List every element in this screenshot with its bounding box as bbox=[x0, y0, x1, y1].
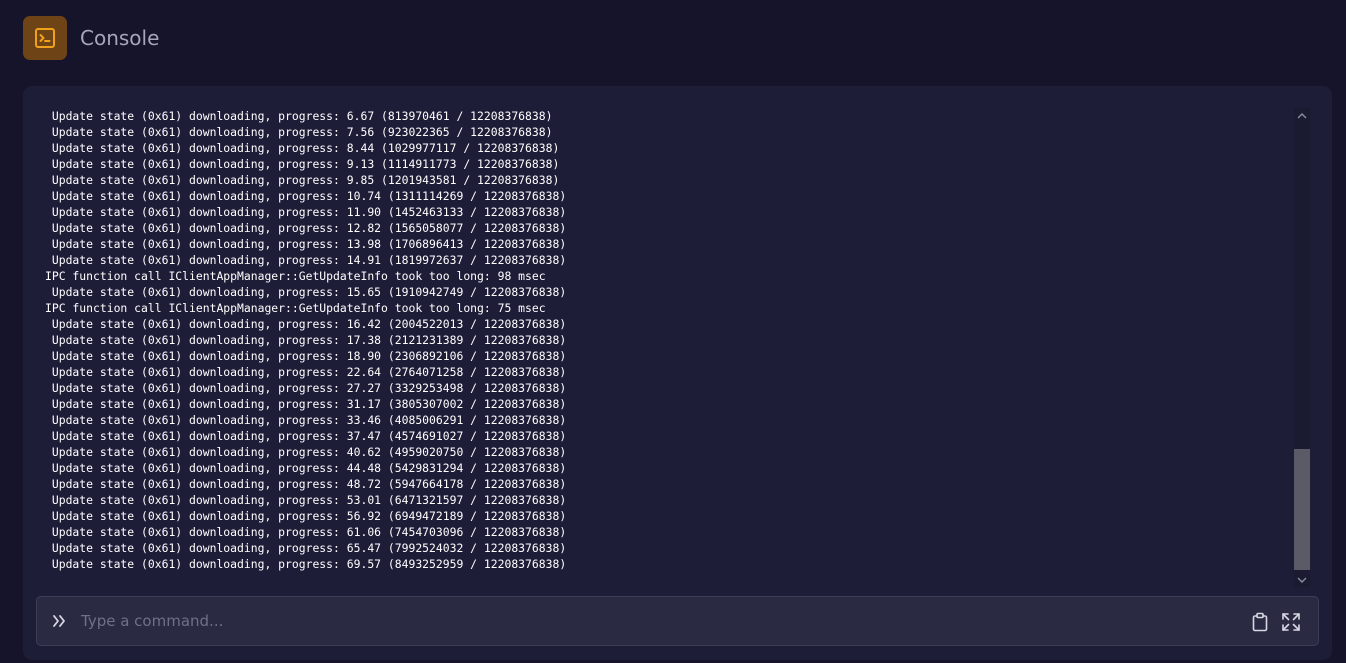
scroll-up-icon[interactable] bbox=[1294, 108, 1310, 122]
log-line: Update state (0x61) downloading, progres… bbox=[45, 317, 567, 331]
command-bar bbox=[36, 596, 1319, 646]
log-line: Update state (0x61) downloading, progres… bbox=[45, 365, 567, 379]
log-line: Update state (0x61) downloading, progres… bbox=[45, 205, 567, 219]
log-line: Update state (0x61) downloading, progres… bbox=[45, 189, 567, 203]
log-line: Update state (0x61) downloading, progres… bbox=[45, 237, 567, 251]
log-line: Update state (0x61) downloading, progres… bbox=[45, 541, 567, 555]
log-line: Update state (0x61) downloading, progres… bbox=[45, 493, 567, 507]
log-line: Update state (0x61) downloading, progres… bbox=[45, 477, 567, 491]
log-line: Update state (0x61) downloading, progres… bbox=[45, 125, 553, 139]
log-line: Update state (0x61) downloading, progres… bbox=[45, 349, 567, 363]
log-line: Update state (0x61) downloading, progres… bbox=[45, 445, 567, 459]
log-line: Update state (0x61) downloading, progres… bbox=[45, 109, 553, 123]
log-line: Update state (0x61) downloading, progres… bbox=[45, 525, 567, 539]
log-line: Update state (0x61) downloading, progres… bbox=[45, 285, 567, 299]
scroll-down-icon[interactable] bbox=[1294, 573, 1310, 587]
log-line: Update state (0x61) downloading, progres… bbox=[45, 157, 560, 171]
log-line: Update state (0x61) downloading, progres… bbox=[45, 413, 567, 427]
log-line: Update state (0x61) downloading, progres… bbox=[45, 397, 567, 411]
console-header: Console bbox=[23, 16, 159, 60]
log-line: Update state (0x61) downloading, progres… bbox=[45, 253, 567, 267]
expand-icon[interactable] bbox=[1280, 611, 1302, 633]
command-input[interactable] bbox=[81, 607, 1231, 635]
log-line: Update state (0x61) downloading, progres… bbox=[45, 381, 567, 395]
log-line: Update state (0x61) downloading, progres… bbox=[45, 141, 560, 155]
log-line: Update state (0x61) downloading, progres… bbox=[45, 333, 567, 347]
log-line: Update state (0x61) downloading, progres… bbox=[45, 429, 567, 443]
log-line: IPC function call IClientAppManager::Get… bbox=[45, 269, 546, 283]
log-line: Update state (0x61) downloading, progres… bbox=[45, 461, 567, 475]
log-line: Update state (0x61) downloading, progres… bbox=[45, 509, 567, 523]
log-line: IPC function call IClientAppManager::Get… bbox=[45, 301, 546, 315]
scrollbar[interactable] bbox=[1294, 108, 1310, 587]
chevrons-right-icon bbox=[50, 612, 68, 630]
terminal-icon bbox=[23, 16, 67, 60]
log-line: Update state (0x61) downloading, progres… bbox=[45, 557, 567, 571]
page-title: Console bbox=[80, 26, 160, 50]
console-panel: Update state (0x61) downloading, progres… bbox=[23, 86, 1332, 660]
log-line: Update state (0x61) downloading, progres… bbox=[45, 173, 560, 187]
log-line: Update state (0x61) downloading, progres… bbox=[45, 221, 567, 235]
clipboard-icon[interactable] bbox=[1249, 611, 1271, 633]
console-output[interactable]: Update state (0x61) downloading, progres… bbox=[45, 108, 1295, 574]
scrollbar-thumb[interactable] bbox=[1294, 449, 1310, 570]
